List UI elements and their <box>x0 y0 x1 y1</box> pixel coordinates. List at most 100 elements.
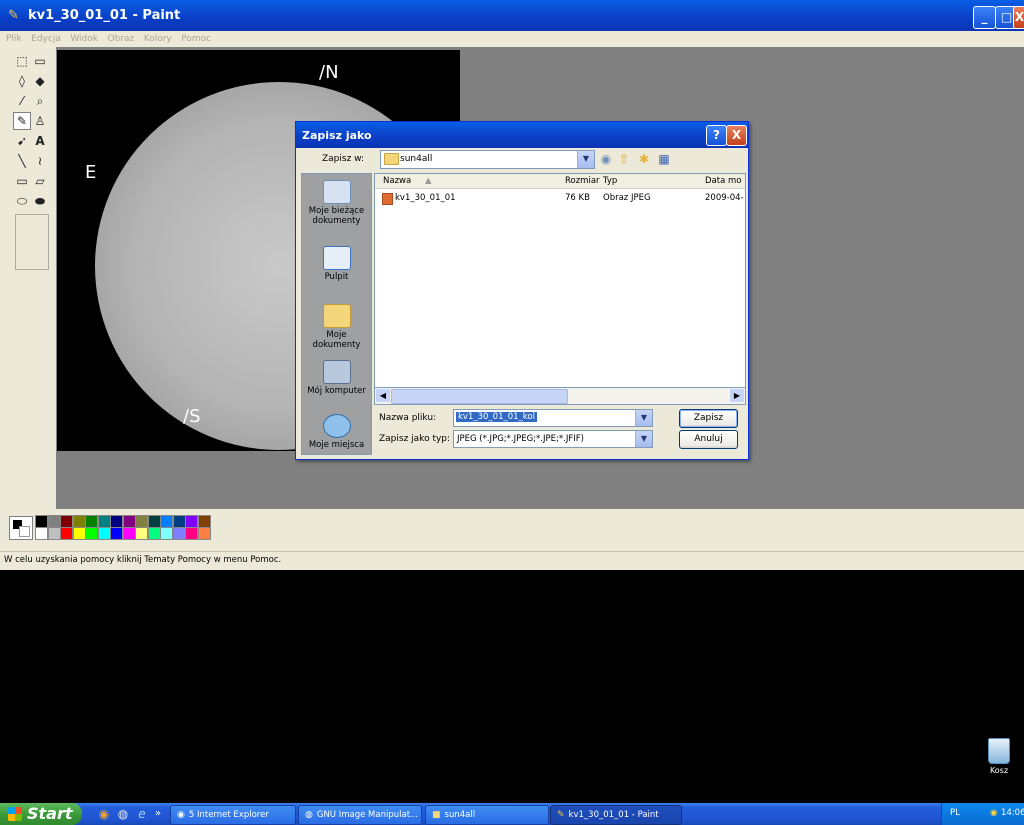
file-size: 76 KB <box>565 193 590 203</box>
menu-obraz[interactable]: Obraz <box>107 34 134 44</box>
horizontal-scrollbar[interactable]: ◀ ▶ <box>374 387 746 405</box>
paint-app-icon: ✎ <box>8 8 19 23</box>
minimize-button[interactable]: _ <box>973 6 996 29</box>
airbrush-icon[interactable]: ➹ <box>14 133 30 149</box>
close-button[interactable]: X <box>1013 6 1024 29</box>
desktop-icon <box>322 246 351 270</box>
fill-bucket-icon[interactable]: ◆ <box>32 73 48 89</box>
gimp-task-icon: ◍ <box>305 810 313 820</box>
place-desktop[interactable]: Pulpit <box>302 246 371 282</box>
free-select-icon[interactable]: ⬚ <box>14 53 30 69</box>
menu-edycja[interactable]: Edycja <box>31 34 61 44</box>
dialog-close-button[interactable]: X <box>726 125 747 146</box>
gimp-icon[interactable]: ◍ <box>115 806 131 822</box>
my-computer-icon <box>322 360 351 384</box>
column-date[interactable]: Data mo <box>705 176 741 186</box>
pencil-icon[interactable]: ✎ <box>13 112 31 130</box>
menu-pomoc[interactable]: Pomoc <box>181 34 211 44</box>
network-places-icon <box>322 414 351 438</box>
menu-widok[interactable]: Widok <box>70 34 98 44</box>
menu-kolory[interactable]: Kolory <box>144 34 172 44</box>
back-icon[interactable]: ◉ <box>598 151 614 167</box>
up-folder-icon[interactable]: ⇧ <box>616 151 632 167</box>
new-folder-icon[interactable]: ✱ <box>636 151 652 167</box>
jpeg-file-icon <box>382 193 393 205</box>
view-menu-icon[interactable]: ▦ <box>656 151 672 167</box>
cancel-button[interactable]: Anuluj <box>679 430 738 449</box>
color-swatch[interactable] <box>135 527 148 540</box>
menu-plik[interactable]: Plik <box>6 34 22 44</box>
filetype-dropdown-icon[interactable]: ▼ <box>635 431 652 447</box>
file-row[interactable]: kv1_30_01_01 76 KB Obraz JPEG 2009-04- <box>375 192 745 206</box>
ellipse-tool-icon[interactable]: ⬭ <box>14 193 30 209</box>
scroll-left-icon[interactable]: ◀ <box>376 389 390 402</box>
firefox-icon[interactable]: ◉ <box>96 806 112 822</box>
place-my-computer[interactable]: Mój komputer <box>302 360 371 396</box>
color-swatch[interactable] <box>35 527 48 540</box>
rect-select-icon[interactable]: ▭ <box>32 53 48 69</box>
color-swatch[interactable] <box>122 527 136 540</box>
color-swatch[interactable] <box>197 527 211 540</box>
column-name[interactable]: Nazwa <box>383 176 411 186</box>
task-sun4all-folder[interactable]: ■ sun4all <box>425 805 549 825</box>
dialog-titlebar[interactable]: Zapisz jako ? X <box>296 122 748 148</box>
help-button[interactable]: ? <box>706 125 727 146</box>
current-colors[interactable] <box>9 516 33 540</box>
place-my-documents[interactable]: Moje dokumenty <box>302 304 371 350</box>
text-tool-icon[interactable]: A <box>32 133 48 149</box>
recycle-bin[interactable]: Kosz <box>982 738 1016 775</box>
filename-input[interactable]: kv1_30_01_01_kol ▼ <box>453 409 653 427</box>
color-swatch[interactable] <box>147 527 161 540</box>
polygon-tool-icon[interactable]: ⏥ <box>32 173 48 189</box>
color-swatch[interactable] <box>110 527 123 540</box>
place-recent-documents[interactable]: Moje bieżące dokumenty <box>302 180 371 226</box>
internet-explorer-icon[interactable]: e <box>134 806 150 822</box>
save-in-dropdown[interactable]: sun4all ▼ <box>380 150 595 169</box>
clock[interactable]: 14:06 <box>1001 808 1024 818</box>
color-swatch[interactable] <box>72 527 86 540</box>
tray-app-icon[interactable]: ◉ <box>990 808 997 818</box>
filetype-value: JPEG (*.JPG;*.JPEG;*.JPE;*.JFIF) <box>457 434 584 444</box>
task-internet-explorer[interactable]: ◉ 5 Internet Explorer <box>170 805 296 825</box>
dialog-title: Zapisz jako <box>302 129 372 142</box>
task-gimp[interactable]: ◍ GNU Image Manipulat... <box>298 805 422 825</box>
magnifier-icon[interactable]: ⌕ <box>32 93 48 109</box>
menu-bar: Plik Edycja Widok Obraz Kolory Pomoc <box>0 31 1024 45</box>
recent-documents-icon <box>322 180 351 204</box>
scroll-thumb[interactable] <box>391 389 568 404</box>
color-swatch[interactable] <box>97 527 111 540</box>
color-swatch[interactable] <box>185 527 198 540</box>
chevron-down-icon[interactable]: ▼ <box>577 151 594 168</box>
filename-value: kv1_30_01_01_kol <box>456 412 537 422</box>
tool-options-box[interactable] <box>15 214 49 270</box>
column-size[interactable]: Rozmiar <box>565 176 600 186</box>
rounded-rect-tool-icon[interactable]: ⬬ <box>32 193 48 209</box>
more-quicklaunch-icon[interactable]: » <box>150 806 166 822</box>
place-network[interactable]: Moje miejsca <box>302 414 371 450</box>
color-swatch[interactable] <box>85 527 98 540</box>
color-swatch[interactable] <box>172 527 186 540</box>
eraser-icon[interactable]: ◊ <box>14 73 30 89</box>
filetype-select[interactable]: JPEG (*.JPG;*.JPEG;*.JPE;*.JFIF) ▼ <box>453 430 653 448</box>
color-swatch[interactable] <box>47 527 61 540</box>
color-picker-icon[interactable]: ⁄ <box>14 93 30 109</box>
color-swatch[interactable] <box>160 527 173 540</box>
save-button[interactable]: Zapisz <box>679 409 738 428</box>
paint-task-icon: ✎ <box>557 810 565 820</box>
scroll-right-icon[interactable]: ▶ <box>730 389 744 402</box>
brush-icon[interactable]: ♙ <box>32 113 48 129</box>
file-list[interactable]: Nazwa ▲ Rozmiar Typ Data mo kv1_30_01_01… <box>374 173 746 405</box>
filename-label: Nazwa pliku: <box>379 413 437 423</box>
filename-dropdown-icon[interactable]: ▼ <box>635 410 652 426</box>
start-button[interactable]: Start <box>0 803 82 825</box>
paint-titlebar[interactable]: ✎ kv1_30_01_01 - Paint _ □ X <box>0 0 1024 31</box>
language-indicator[interactable]: PL <box>950 808 960 818</box>
rectangle-tool-icon[interactable]: ▭ <box>14 173 30 189</box>
sort-arrow-icon: ▲ <box>425 176 432 186</box>
background-color <box>19 526 30 537</box>
curve-tool-icon[interactable]: ≀ <box>32 153 48 169</box>
line-tool-icon[interactable]: ╲ <box>14 153 30 169</box>
task-paint[interactable]: ✎ kv1_30_01_01 - Paint <box>550 805 682 825</box>
column-type[interactable]: Typ <box>603 176 617 186</box>
color-swatch[interactable] <box>60 527 73 540</box>
